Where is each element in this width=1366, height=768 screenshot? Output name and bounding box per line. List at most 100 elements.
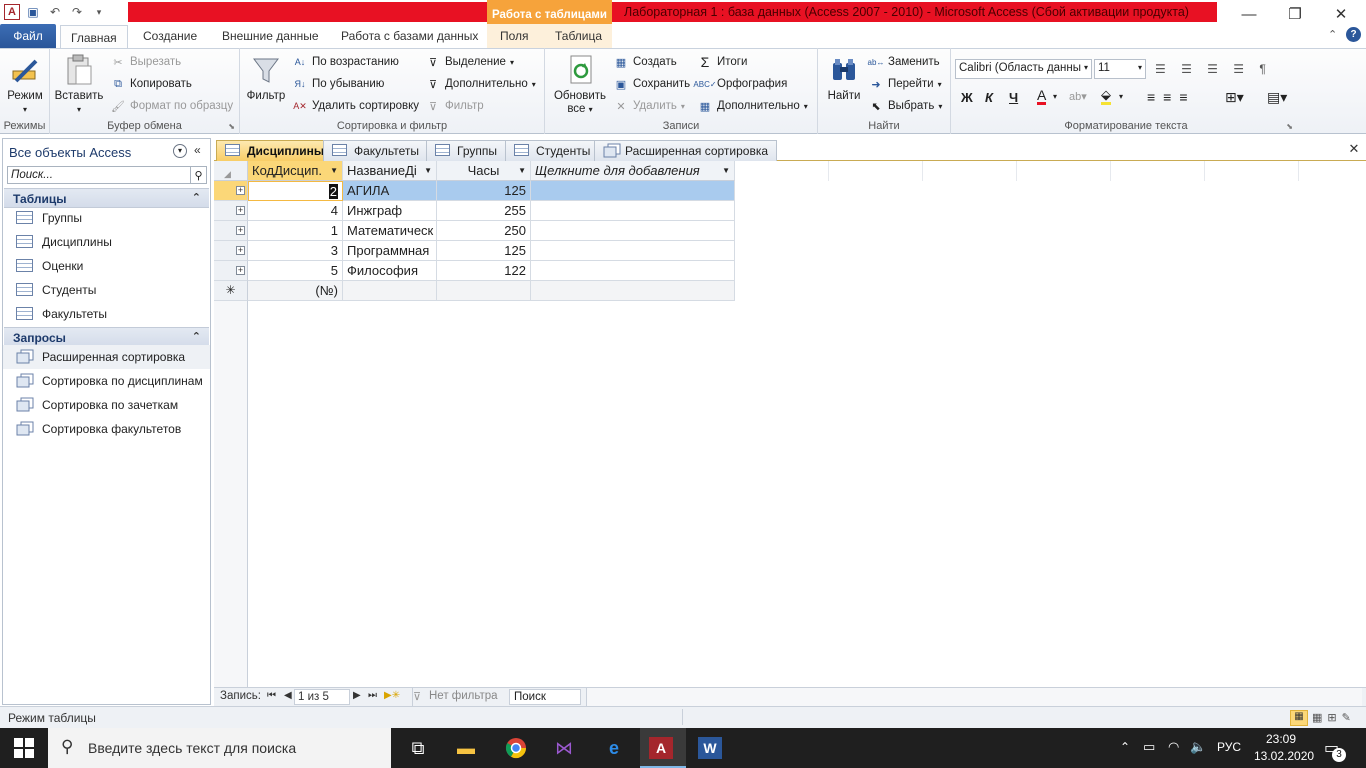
other-view-icons[interactable]: ▦⊞✎ [1312,711,1356,724]
dialog-launcher-icon[interactable]: ⬊ [228,122,235,131]
battery-icon[interactable]: ▭ [1143,739,1155,755]
nav-menu-icon[interactable]: ▾ [173,144,187,158]
cell-id[interactable]: 2 [248,181,343,201]
nav-item-query[interactable]: Сортировка по дисциплинам [3,369,210,393]
totals-button[interactable]: Σ Итоги [697,52,748,72]
tab-home[interactable]: Главная [60,25,128,49]
doc-tab[interactable]: Факультеты [323,140,428,161]
expand-plus-icon[interactable]: + [236,226,245,235]
font-color-icon[interactable]: A [1037,88,1047,105]
cell-name[interactable]: Инжграф [343,201,437,221]
underline-button[interactable]: Ч [1009,90,1018,105]
italic-button[interactable]: К [985,90,993,105]
nav-section-queries[interactable]: Запросы ⌃ [4,327,209,347]
cell-id[interactable]: 4 [248,201,343,221]
prev-record-icon[interactable]: ◀ [284,690,292,701]
filter-button[interactable]: Фильтр [244,54,288,103]
row-selector[interactable]: + [214,181,248,201]
record-position-input[interactable]: 1 из 5 [294,689,350,705]
remove-sort-button[interactable]: A✕ Удалить сортировку [292,96,419,116]
select-all-corner[interactable]: ◢ [214,161,248,181]
cell-name[interactable]: Философия [343,261,437,281]
show-hidden-icons[interactable]: ⌃ [1120,740,1130,754]
column-dropdown-icon[interactable]: ▼ [518,161,526,180]
cell-hours[interactable]: 250 [437,221,531,241]
align-buttons[interactable]: ≡≡≡ [1147,89,1196,105]
font-name-select[interactable]: Calibri (Область данны ▾ [955,59,1092,79]
language-indicator[interactable]: РУС [1217,740,1241,754]
column-header-add[interactable]: Щелкните для добавления ▼ [531,161,735,181]
cell-name[interactable]: Программная [343,241,437,261]
customize-qat-icon[interactable]: ▾ [90,3,108,21]
cell-add[interactable] [531,241,735,261]
cell-hours[interactable]: 125 [437,181,531,201]
nav-item-query[interactable]: Расширенная сортировка [3,345,210,369]
alternate-row-icon[interactable]: ▤▾ [1267,89,1287,106]
save-icon[interactable]: ▣ [24,3,42,21]
dialog-launcher-icon[interactable]: ⬊ [1286,122,1293,131]
sort-ascending-button[interactable]: A↓ По возрастанию [292,52,399,72]
chrome-icon[interactable] [502,734,530,762]
expand-plus-icon[interactable]: + [236,186,245,195]
row-selector[interactable]: + [214,241,248,261]
access-icon[interactable]: A [649,737,673,759]
column-dropdown-icon[interactable]: ▼ [722,161,730,180]
undo-icon[interactable]: ↶ [46,3,64,21]
nav-item-table[interactable]: Факультеты [3,302,210,326]
select-button[interactable]: ⬉ Выбрать ▾ [868,96,942,116]
cell-add-new[interactable] [531,281,735,301]
tab-create[interactable]: Создание [133,24,207,48]
new-record-nav-icon[interactable]: ▶✳ [384,690,400,701]
row-selector[interactable]: + [214,201,248,221]
doc-tab[interactable]: Расширенная сортировка [594,140,778,161]
cell-id[interactable]: 1 [248,221,343,241]
nav-item-query[interactable]: Сортировка по зачеткам [3,393,210,417]
volume-icon[interactable]: 🔈 [1190,739,1206,755]
help-icon[interactable]: ? [1346,27,1361,42]
windows-start-icon[interactable] [14,738,34,758]
copy-button[interactable]: ⧉ Копировать [110,74,192,94]
fill-color-icon[interactable]: ⬙ [1101,88,1111,105]
horizontal-scrollbar[interactable] [586,688,1362,706]
find-button[interactable]: Найти [822,54,866,103]
file-explorer-icon[interactable]: ▬ [452,734,480,762]
visual-studio-icon[interactable]: ⋈ [550,734,578,762]
tab-external-data[interactable]: Внешние данные [212,24,329,48]
view-button[interactable]: Режим ▾ [4,54,46,116]
collapse-ribbon-icon[interactable]: ⌃ [1328,28,1337,41]
font-size-select[interactable]: 11 ▾ [1094,59,1146,79]
refresh-all-button[interactable]: Обновить все ▾ [549,54,611,116]
column-dropdown-icon[interactable]: ▼ [330,161,338,180]
expand-plus-icon[interactable]: + [236,246,245,255]
search-icon[interactable]: ⚲ [191,166,207,184]
cell-add[interactable] [531,261,735,281]
toggle-filter-button[interactable]: ⊽ Фильтр [425,96,484,116]
task-view-icon[interactable]: ⧉ [404,734,432,762]
cell-hours[interactable]: 122 [437,261,531,281]
cut-button[interactable]: ✂ Вырезать [110,52,181,72]
nav-item-query[interactable]: Сортировка факультетов [3,417,210,441]
tab-table[interactable]: Таблица [545,24,612,48]
column-header-id[interactable]: КодДисцип. ▼ [248,161,343,181]
cell-add[interactable] [531,201,735,221]
taskbar-search-box[interactable]: ⚲ Введите здесь текст для поиска [48,728,391,768]
datasheet-view-icon[interactable]: ▦ [1290,710,1308,726]
advanced-filter-button[interactable]: ⊽ Дополнительно ▾ [425,74,536,94]
paste-button[interactable]: Вставить ▾ [54,54,104,116]
close-document-icon[interactable]: ✕ [1346,141,1362,157]
expand-plus-icon[interactable]: + [236,206,245,215]
cell-id[interactable]: 5 [248,261,343,281]
edge-icon[interactable]: e [600,734,628,762]
nav-item-table[interactable]: Оценки [3,254,210,278]
clock-time[interactable]: 23:09 [1254,732,1308,746]
first-record-icon[interactable]: ⏮ [267,690,276,701]
cell-name-new[interactable] [343,281,437,301]
doc-tab[interactable]: Группы [426,140,506,161]
font-color-dropdown-icon[interactable]: ▾ [1053,92,1057,101]
more-records-button[interactable]: ▦ Дополнительно ▾ [697,96,808,116]
doc-tab[interactable]: Студенты [505,140,600,161]
expand-plus-icon[interactable]: + [236,266,245,275]
gridlines-icon[interactable]: ⊞▾ [1225,89,1244,106]
tab-file[interactable]: Файл [0,24,56,48]
cell-hours[interactable]: 255 [437,201,531,221]
